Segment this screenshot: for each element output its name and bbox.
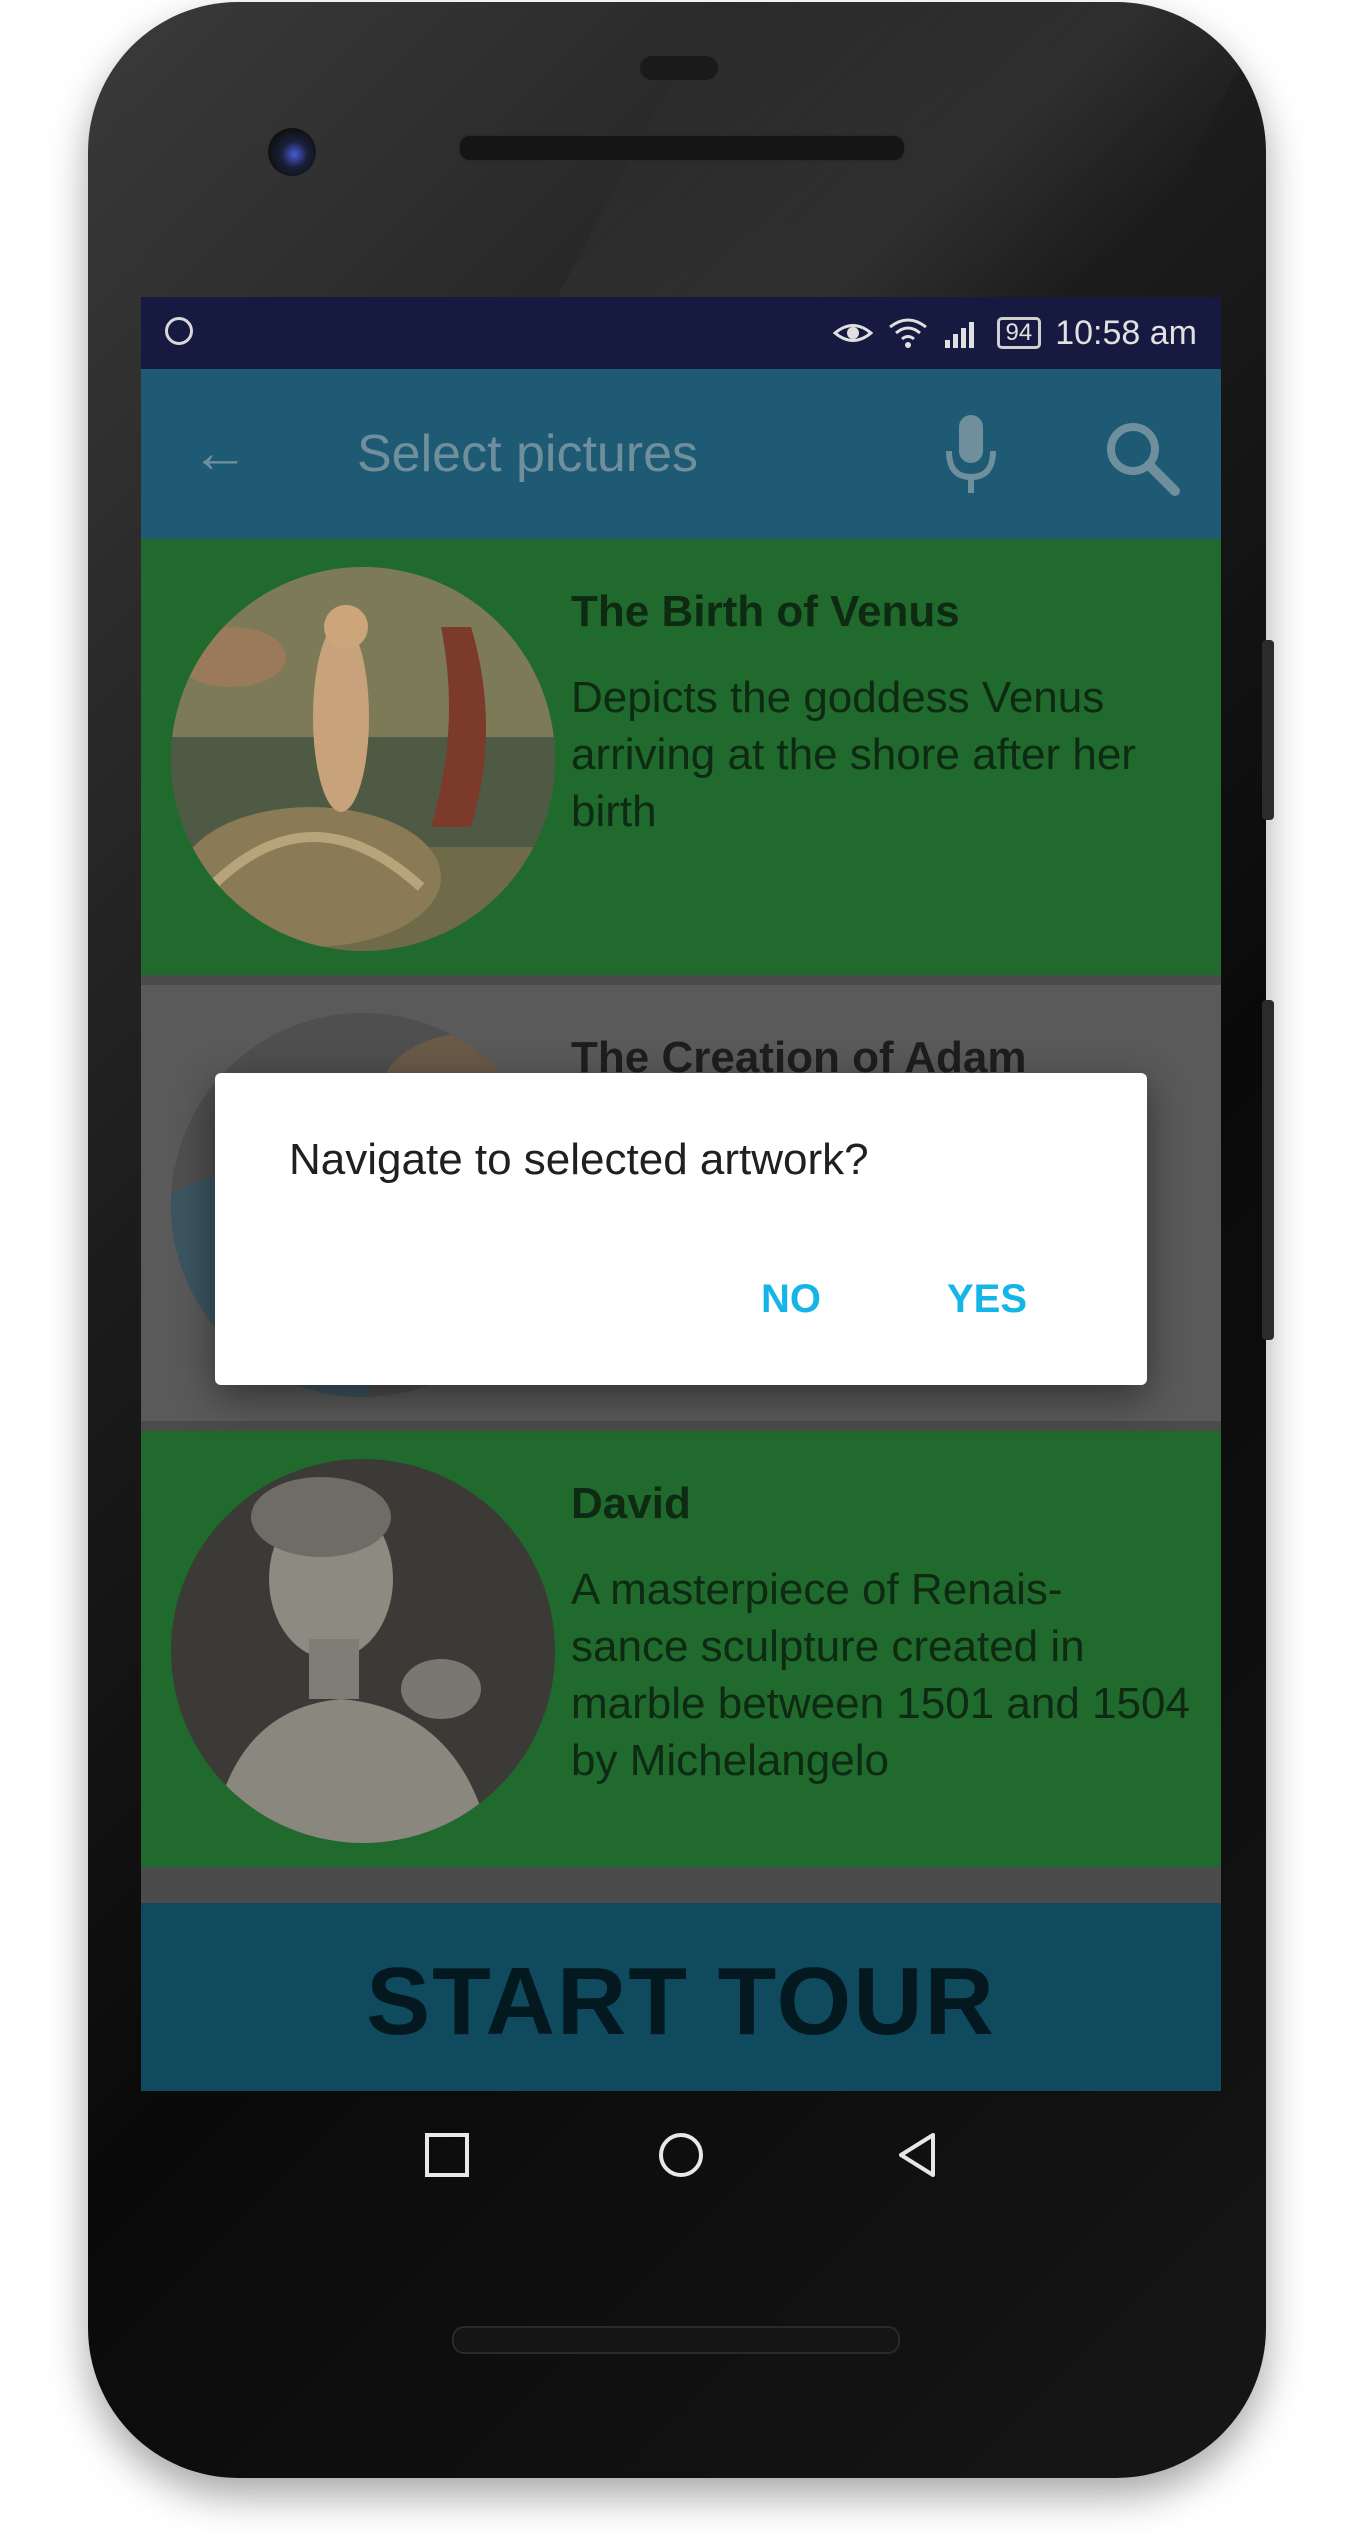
arrow-left-icon[interactable]: ← (191, 424, 249, 482)
sync-circle-icon (165, 317, 193, 345)
artwork-thumbnail (171, 1459, 555, 1843)
recents-square-icon[interactable] (423, 2131, 471, 2179)
list-item[interactable]: David A masterpiece of Renais- sance scu… (141, 1431, 1221, 1867)
proximity-sensor (640, 56, 718, 80)
app-bar: ← Select pictures (141, 369, 1221, 539)
back-triangle-icon[interactable] (893, 2131, 941, 2179)
page-title: Select pictures (357, 425, 699, 483)
artwork-title: David (571, 1479, 691, 1528)
nav-bar (141, 2091, 1221, 2221)
list-item[interactable]: The Birth of Venus Depicts the goddess V… (141, 539, 1221, 975)
dialog-message: Navigate to selected artwork? (289, 1135, 869, 1184)
no-button[interactable]: NO (761, 1277, 821, 1322)
artwork-description: A masterpiece of Renais- sance sculpture… (571, 1565, 1190, 1785)
artwork-title: The Birth of Venus (571, 587, 960, 636)
bottom-speaker (452, 2326, 900, 2354)
status-time: 10:58 am (1055, 313, 1197, 352)
screen: 94 10:58 am ← Select pictures The Birth … (141, 297, 1221, 2091)
home-circle-icon[interactable] (657, 2131, 705, 2179)
front-camera (268, 128, 316, 176)
artwork-thumbnail (171, 567, 555, 951)
artwork-description: Depicts the goddess Venus arriving at th… (571, 673, 1136, 836)
battery-icon: 94 (996, 317, 1042, 349)
signal-icon (944, 322, 974, 348)
yes-button[interactable]: YES (947, 1277, 1027, 1322)
volume-button (1262, 640, 1274, 820)
search-icon[interactable] (1101, 417, 1181, 497)
confirm-dialog: Navigate to selected artwork? NO YES (215, 1073, 1147, 1385)
start-tour-label: START TOUR (366, 1948, 996, 2055)
start-tour-button[interactable]: START TOUR (141, 1903, 1221, 2091)
status-icons: 94 10:58 am (832, 307, 1197, 359)
top-speaker (458, 134, 906, 162)
power-button (1262, 1000, 1274, 1340)
microphone-icon[interactable] (941, 411, 1001, 501)
wifi-icon (888, 318, 927, 348)
eye-icon (832, 324, 873, 342)
status-bar: 94 10:58 am (141, 297, 1221, 369)
